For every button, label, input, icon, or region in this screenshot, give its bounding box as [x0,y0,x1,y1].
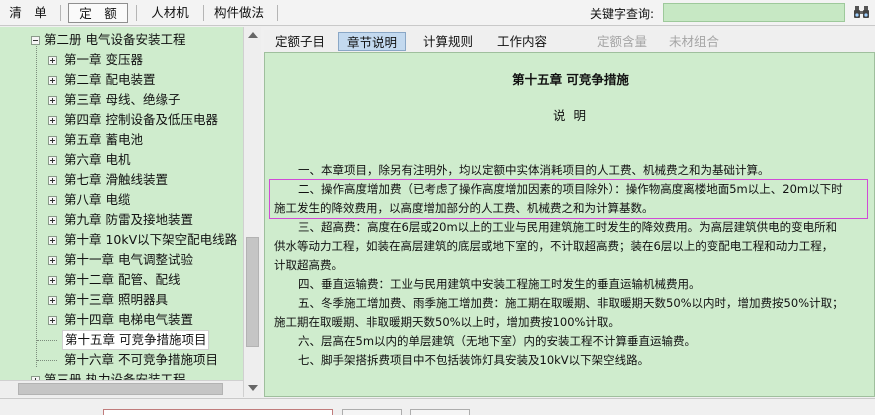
notes-paragraph: 二、操作高度增加费（已考虑了操作高度增加因素的项目除外）：操作物高度离楼地面5m… [298,182,843,196]
expand-icon[interactable] [48,156,57,165]
tree-item-chapter-9[interactable]: 第九章 防雷及接地装置 [0,210,240,230]
notes-paragraph: 一、本章项目，除另有注明外，均以定额中实体消耗项目的人工费、机械费之和为基础计算… [298,163,770,177]
tree-item-label: 第三章 母线、绝缘子 [64,92,181,107]
tree-item-chapter-3[interactable]: 第三章 母线、绝缘子 [0,90,240,110]
tree-item-label: 第十六章 不可竞争措施项目 [64,352,218,367]
notes-subtitle: 说 明 [553,108,588,123]
tab-chapter-notes[interactable]: 章节说明 [338,32,406,51]
expand-icon[interactable] [48,276,57,285]
toolbar-divider [277,5,278,21]
tree-item-label: 第四章 控制设备及低压电器 [64,112,218,127]
tree-item-label: 第十三章 照明器具 [64,292,168,307]
chapter-notes-panel: 第十五章 可竞争措施 说 明 一、本章项目，除另有注明外，均以定额中实体消耗项目… [264,52,875,397]
tree-item-label: 第五章 蓄电池 [64,132,143,147]
chapter-tree: 第二册 电气设备安装工程 第一章 变压器 第二章 配电装置 第三章 母线、绝缘子… [0,27,261,397]
notes-paragraph: 供水等动力工程，如装在高层建筑的底层或地下室的，不计取超高费；装在6层以上的变配… [274,239,834,253]
notes-paragraph: 四、垂直运输费：工业与民用建筑中安装工程施工时发生的垂直运输机械费用。 [298,277,701,291]
tree-horizontal-scrollbar[interactable] [0,380,243,397]
tree-item-label: 第十二章 配管、配线 [64,272,181,287]
notes-paragraph: 五、冬季施工增加费、雨季施工增加费：施工期在取暖期、非取暖期天数50%以内时，增… [298,296,844,310]
tab-calculation-rules[interactable]: 计算规则 [416,32,480,51]
expand-icon[interactable] [48,116,57,125]
tab-work-content[interactable]: 工作内容 [490,32,554,51]
tree-item-label: 第八章 电缆 [64,192,131,207]
tree-item-chapter-11[interactable]: 第十一章 电气调整试验 [0,250,240,270]
notes-paragraph: 施工期在取暖期、非取暖期天数50%以上时，增加费按100%计取。 [274,315,620,329]
tree-item-chapter-1[interactable]: 第一章 变压器 [0,50,240,70]
notes-paragraph: 七、脚手架搭拆费项目中不包括装饰灯具安装及10kV以下架空线路。 [298,353,650,367]
collapse-icon[interactable] [31,36,40,45]
expand-icon[interactable] [48,236,57,245]
notes-title: 第十五章 可竞争措施 [512,72,629,87]
scroll-down-icon[interactable] [248,385,258,391]
tree-item-label: 第一章 变压器 [64,52,143,67]
tree-item-label: 第七章 滑触线装置 [64,172,168,187]
expand-icon[interactable] [48,196,57,205]
tree-item-label: 第十一章 电气调整试验 [64,252,193,267]
notes-paragraph: 三、超高费：高度在6层或20m以上的工业与民用建筑施工时发生的降效费用。为高层建… [298,220,838,234]
expand-icon[interactable] [48,96,57,105]
tree-item-chapter-16[interactable]: 第十六章 不可竞争措施项目 [0,350,240,370]
tree-item-chapter-2[interactable]: 第二章 配电装置 [0,70,240,90]
tree-item-chapter-15[interactable]: 第十五章 可竞争措施项目 [0,330,240,350]
tree-item-label: 第六章 电机 [64,152,131,167]
tree-item-label: 第十章 10kV以下架空配电线路 [64,232,238,247]
scroll-up-icon[interactable] [248,32,258,38]
tree-item-chapter-5[interactable]: 第五章 蓄电池 [0,130,240,150]
expand-icon[interactable] [48,256,57,265]
expand-icon[interactable] [48,176,57,185]
notes-paragraph: 六、层高在5m以内的单层建筑（无地下室）内的安装工程不计算垂直运输费。 [298,334,697,348]
tree-item-chapter-10[interactable]: 第十章 10kV以下架空配电线路 [0,230,240,250]
tree-item-chapter-7[interactable]: 第七章 滑触线装置 [0,170,240,190]
bottom-status-bar [0,398,875,415]
tree-item-chapter-13[interactable]: 第十三章 照明器具 [0,290,240,310]
tree-item-chapter-14[interactable]: 第十四章 电梯电气装置 [0,310,240,330]
tree-connector [37,340,57,341]
tab-quota-content[interactable]: 定额含量 [590,32,654,51]
expand-icon[interactable] [48,76,57,85]
tree-item-label: 第九章 防雷及接地装置 [64,212,193,227]
tree-root-label: 第二册 电气设备安装工程 [44,32,186,47]
expand-icon[interactable] [48,296,57,305]
bottom-button[interactable] [342,409,402,415]
tree-item-label: 第十五章 可竞争措施项目 [62,330,210,350]
tab-quota-items[interactable]: 定额子目 [268,32,332,51]
toolbar-divider [60,5,61,21]
notes-paragraph: 施工发生的降效费用，以高度增加部分的人工费、机械费之和为计算基数。 [274,201,654,215]
expand-icon[interactable] [48,216,57,225]
toolbar-divider [136,5,137,21]
notes-paragraph: 计取超高费。 [274,258,343,272]
bottom-field[interactable] [103,409,333,415]
expand-icon[interactable] [48,136,57,145]
tree-item-label: 第二章 配电装置 [64,72,156,87]
tree-item-chapter-12[interactable]: 第十二章 配管、配线 [0,270,240,290]
expand-icon[interactable] [48,56,57,65]
detail-tab-bar: 定额子目 章节说明 计算规则 工作内容 定额含量 未材组合 [264,30,875,52]
scrollbar-thumb[interactable] [246,237,259,347]
tab-material-combination[interactable]: 未材组合 [662,32,726,51]
tree-item-chapter-4[interactable]: 第四章 控制设备及低压电器 [0,110,240,130]
top-toolbar: 清 单 定 额 人材机 构件做法 关键字查询: [0,0,875,26]
keyword-search-input[interactable] [663,3,845,22]
tab-quota[interactable]: 定 额 [68,3,128,23]
tree-vertical-scrollbar[interactable] [243,27,261,397]
tree-connector [37,360,57,361]
tree-item-label: 第十四章 电梯电气装置 [64,312,193,327]
scrollbar-thumb[interactable] [18,383,223,395]
tab-bill[interactable]: 清 单 [4,3,52,23]
tree-item-chapter-6[interactable]: 第六章 电机 [0,150,240,170]
tree-item-chapter-8[interactable]: 第八章 电缆 [0,190,240,210]
binoculars-search-icon[interactable] [853,4,871,20]
keyword-search-label: 关键字查询: [590,7,655,21]
toolbar-divider [203,5,204,21]
tab-labor-material-machine[interactable]: 人材机 [142,3,198,23]
expand-icon[interactable] [48,316,57,325]
bottom-button[interactable] [410,409,470,415]
tab-component-method[interactable]: 构件做法 [207,3,271,23]
